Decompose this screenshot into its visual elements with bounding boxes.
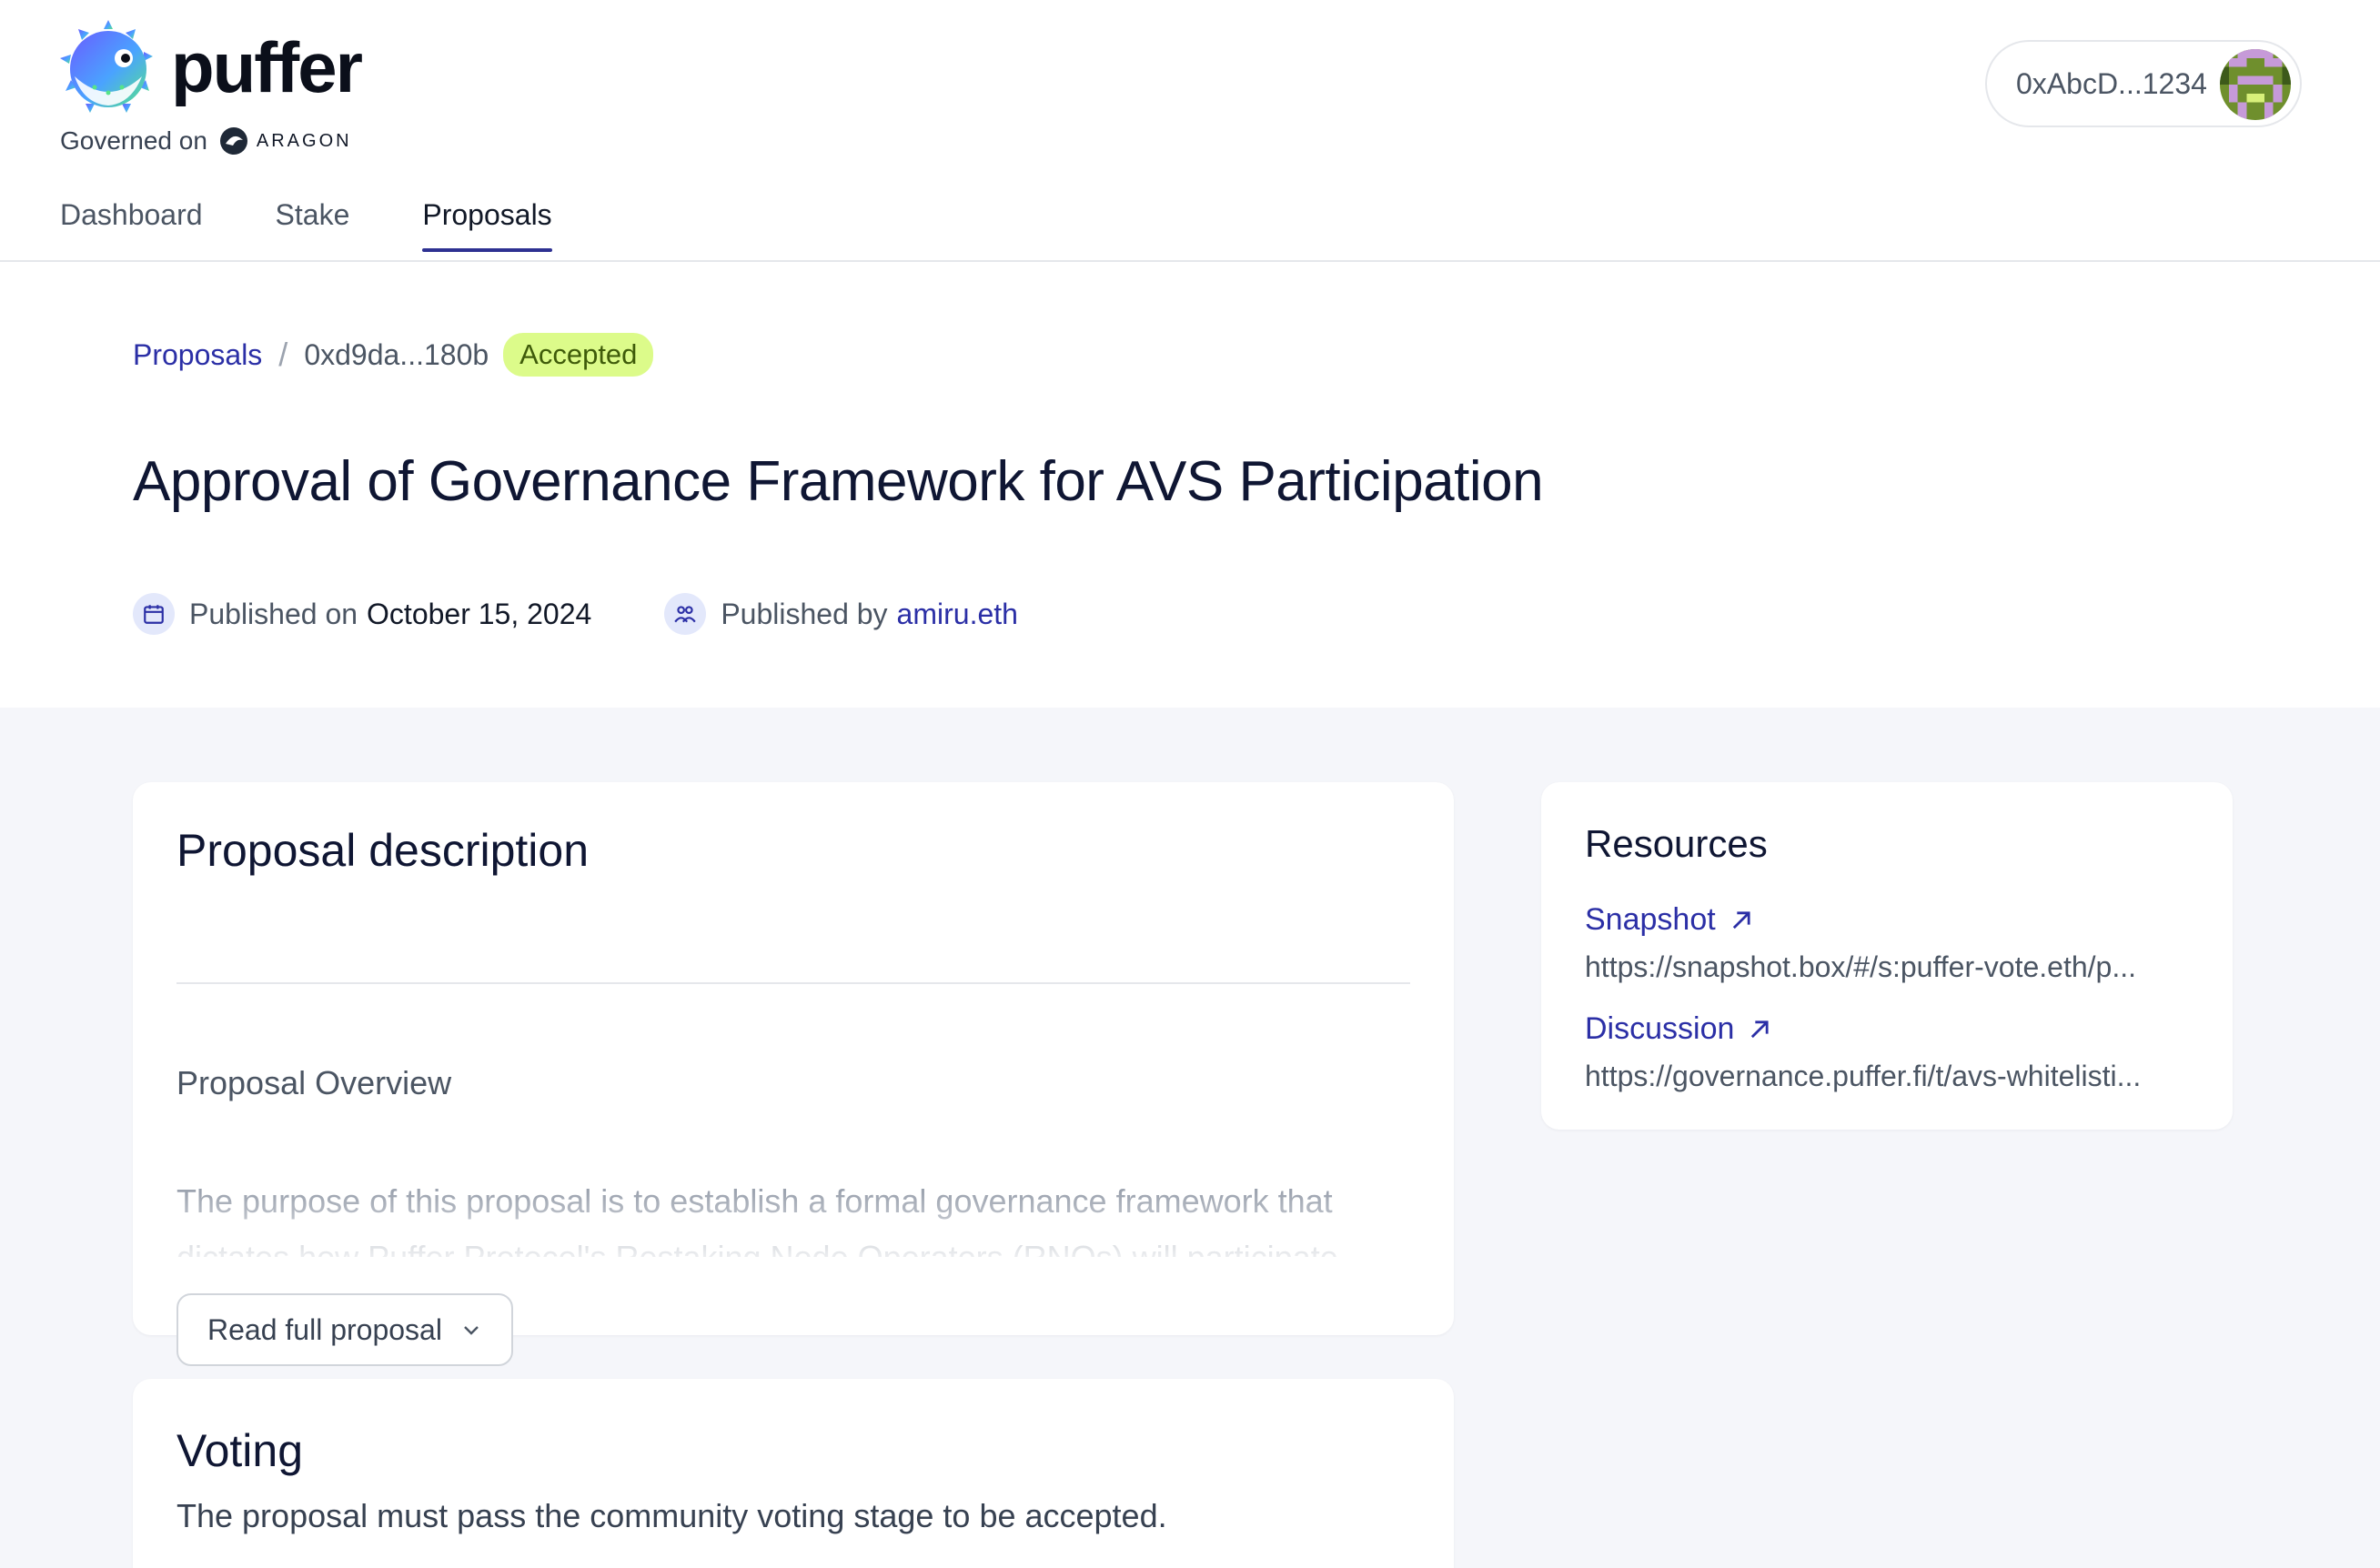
governed-on: Governed on ARAGON xyxy=(60,126,352,156)
read-full-proposal-button[interactable]: Read full proposal xyxy=(176,1293,513,1366)
brand-name: puffer xyxy=(171,27,363,107)
top-header: puffer Governed on ARAGON 0xAbcD...1234 … xyxy=(0,0,2380,262)
wallet-avatar xyxy=(2220,49,2291,120)
aragon-wordmark: ARAGON xyxy=(256,130,352,151)
proposal-meta: Published on October 15, 2024 Published … xyxy=(133,593,1018,635)
published-on-label: Published on xyxy=(189,597,358,630)
author-link[interactable]: amiru.eth xyxy=(897,598,1018,631)
published-on-date: October 15, 2024 xyxy=(367,597,592,630)
description-fade xyxy=(176,1191,1414,1264)
puffer-fish-icon xyxy=(60,20,153,113)
description-subheading: Proposal Overview xyxy=(176,1064,452,1101)
voting-heading: Voting xyxy=(176,1425,304,1476)
resource-label: Snapshot xyxy=(1585,902,1716,937)
resource-url: https://snapshot.box/#/s:puffer-vote.eth… xyxy=(1585,950,2136,983)
description-heading: Proposal description xyxy=(176,825,590,876)
proposal-description-card: Proposal description Proposal Overview T… xyxy=(133,782,1454,1366)
wallet-address: 0xAbcD...1234 xyxy=(2016,66,2207,100)
chevron-down-icon xyxy=(464,1326,479,1335)
resource-link-snapshot[interactable]: Snapshot xyxy=(1585,902,2204,938)
breadcrumb-current: 0xd9da...180b xyxy=(304,337,489,371)
external-link-icon xyxy=(1751,1020,1769,1038)
main-nav-tabs: Dashboard Stake Proposals xyxy=(60,198,552,252)
resource-item: Discussion https://governance.puffer.fi/… xyxy=(1585,1011,2204,1093)
users-icon xyxy=(664,593,707,635)
governed-label: Governed on xyxy=(60,126,207,155)
breadcrumb-separator: / xyxy=(278,336,288,373)
resources-card: Resources Snapshot https://snapshot.box/… xyxy=(1541,782,2233,1130)
brand-logo[interactable]: puffer xyxy=(58,20,363,115)
resource-url: https://governance.puffer.fi/t/avs-white… xyxy=(1585,1060,2142,1092)
resource-label: Discussion xyxy=(1585,1011,1735,1046)
external-link-icon xyxy=(1732,910,1750,929)
page-title: Approval of Governance Framework for AVS… xyxy=(133,450,1544,513)
resource-link-discussion[interactable]: Discussion xyxy=(1585,1011,2204,1047)
read-full-proposal-label: Read full proposal xyxy=(207,1312,442,1346)
breadcrumb-proposals-link[interactable]: Proposals xyxy=(133,338,262,372)
main-content: Proposal description Proposal Overview T… xyxy=(0,708,2380,1568)
breadcrumb: Proposals / 0xd9da...180b Accepted xyxy=(133,333,654,377)
resources-heading: Resources xyxy=(1585,822,1768,865)
tab-stake[interactable]: Stake xyxy=(276,198,350,252)
calendar-icon xyxy=(133,593,175,635)
status-badge: Accepted xyxy=(503,333,654,377)
voting-card: Voting The proposal must pass the commun… xyxy=(133,1379,1454,1568)
tab-dashboard[interactable]: Dashboard xyxy=(60,198,203,252)
published-by-label: Published by xyxy=(721,597,888,630)
resource-item: Snapshot https://snapshot.box/#/s:puffer… xyxy=(1585,902,2204,984)
voting-subtext: The proposal must pass the community vot… xyxy=(176,1497,1167,1534)
tab-proposals[interactable]: Proposals xyxy=(422,198,552,252)
wallet-button[interactable]: 0xAbcD...1234 xyxy=(1985,40,2302,127)
aragon-logo-icon xyxy=(219,127,247,155)
divider xyxy=(176,982,1410,984)
